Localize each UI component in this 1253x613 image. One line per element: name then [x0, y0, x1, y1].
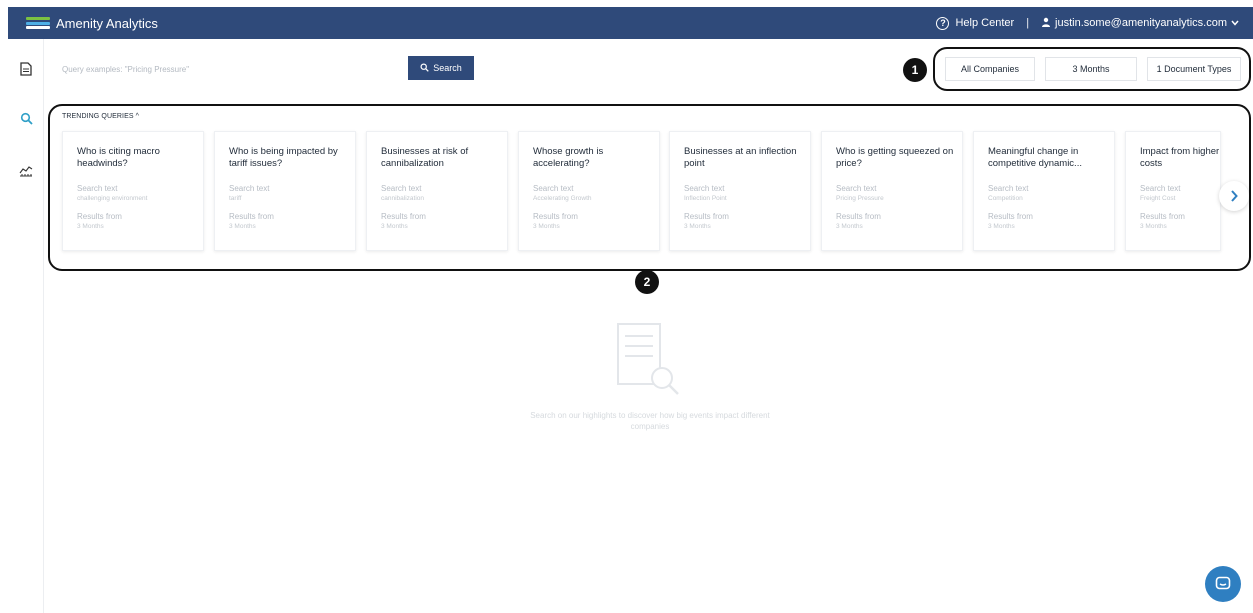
card-search-label: Search text: [684, 184, 725, 193]
card-search-text: Freight Cost: [1140, 195, 1176, 202]
card-results-label: Results from: [1140, 212, 1185, 221]
card-search-text: Pricing Pressure: [836, 195, 884, 202]
card-title: Who is being impacted by tariff issues?: [229, 146, 338, 169]
card-results-label: Results from: [381, 212, 426, 221]
logo-icon: [26, 17, 50, 29]
card-search-text: tariff: [229, 195, 242, 202]
card-results-from: 3 Months: [684, 223, 711, 230]
chat-icon: [1215, 576, 1231, 590]
card-search-text: cannibalization: [381, 195, 425, 202]
card-results-label: Results from: [988, 212, 1033, 221]
card-search-text: Inflection Point: [684, 195, 727, 202]
trending-card[interactable]: Impact from higher costs Search text Fre…: [1125, 131, 1221, 251]
card-results-from: 3 Months: [533, 223, 560, 230]
top-bar: Amenity Analytics ? Help Center | justin…: [8, 7, 1253, 39]
search-icon: [420, 63, 429, 74]
callout-badge-2: 2: [635, 270, 659, 294]
filter-companies[interactable]: All Companies: [945, 57, 1035, 81]
search-icon[interactable]: [16, 108, 36, 128]
card-results-label: Results from: [77, 212, 122, 221]
card-title: Businesses at risk of cannibalization: [381, 146, 469, 169]
card-results-from: 3 Months: [836, 223, 863, 230]
card-search-label: Search text: [1140, 184, 1181, 193]
card-search-label: Search text: [533, 184, 574, 193]
card-results-from: 3 Months: [77, 223, 104, 230]
card-results-label: Results from: [533, 212, 578, 221]
callout-badge-1: 1: [903, 58, 927, 82]
document-search-icon: [612, 322, 686, 400]
search-button-label: Search: [433, 63, 462, 73]
card-results-from: 3 Months: [988, 223, 1015, 230]
document-icon[interactable]: [16, 59, 36, 79]
brand-name: Amenity Analytics: [56, 15, 158, 31]
search-button[interactable]: Search: [408, 56, 474, 80]
trending-queries-toggle[interactable]: TRENDING QUERIES ^: [62, 113, 139, 120]
card-search-label: Search text: [988, 184, 1029, 193]
card-search-text: Accelerating Growth: [533, 195, 592, 202]
chart-icon[interactable]: [16, 160, 36, 180]
card-search-label: Search text: [836, 184, 877, 193]
card-results-from: 3 Months: [1140, 223, 1167, 230]
chat-button[interactable]: [1205, 566, 1241, 602]
trending-card[interactable]: Whose growth is accelerating? Search tex…: [518, 131, 660, 251]
card-search-text: Competition: [988, 195, 1023, 202]
card-title: Businesses at an inflection point: [684, 146, 797, 169]
trending-card[interactable]: Meaningful change in competitive dynamic…: [973, 131, 1115, 251]
help-icon[interactable]: ?: [936, 16, 950, 30]
carousel-next-button[interactable]: [1219, 181, 1249, 211]
chevron-down-icon[interactable]: [1231, 18, 1239, 28]
sidebar: [8, 39, 44, 613]
card-search-label: Search text: [77, 184, 118, 193]
trending-card[interactable]: Who is getting squeezed on price? Search…: [821, 131, 963, 251]
trending-card[interactable]: Who is citing macro headwinds? Search te…: [62, 131, 204, 251]
card-search-text: challenging environment: [77, 195, 148, 202]
filter-period[interactable]: 3 Months: [1045, 57, 1137, 81]
card-title: Impact from higher costs: [1140, 146, 1220, 169]
card-title: Who is getting squeezed on price?: [836, 146, 954, 169]
help-center-link[interactable]: Help Center: [955, 17, 1014, 29]
user-menu[interactable]: justin.some@amenityanalytics.com: [1055, 17, 1227, 29]
card-title: Who is citing macro headwinds?: [77, 146, 160, 169]
empty-state-message: Search on our highlights to discover how…: [530, 411, 770, 431]
card-search-label: Search text: [381, 184, 422, 193]
header-separator: |: [1026, 17, 1030, 29]
chevron-right-icon: [1231, 190, 1238, 202]
filter-document-types[interactable]: 1 Document Types: [1147, 57, 1241, 81]
user-icon: [1041, 17, 1051, 30]
trending-card[interactable]: Businesses at risk of cannibalization Se…: [366, 131, 508, 251]
card-results-label: Results from: [836, 212, 881, 221]
card-title: Whose growth is accelerating?: [533, 146, 604, 169]
search-input[interactable]: [62, 58, 392, 80]
logo[interactable]: Amenity Analytics: [26, 16, 158, 31]
trending-card[interactable]: Who is being impacted by tariff issues? …: [214, 131, 356, 251]
card-results-label: Results from: [684, 212, 729, 221]
card-results-from: 3 Months: [381, 223, 408, 230]
trending-card[interactable]: Businesses at an inflection point Search…: [669, 131, 811, 251]
card-results-label: Results from: [229, 212, 274, 221]
card-title: Meaningful change in competitive dynamic…: [988, 146, 1082, 169]
card-results-from: 3 Months: [229, 223, 256, 230]
card-search-label: Search text: [229, 184, 270, 193]
